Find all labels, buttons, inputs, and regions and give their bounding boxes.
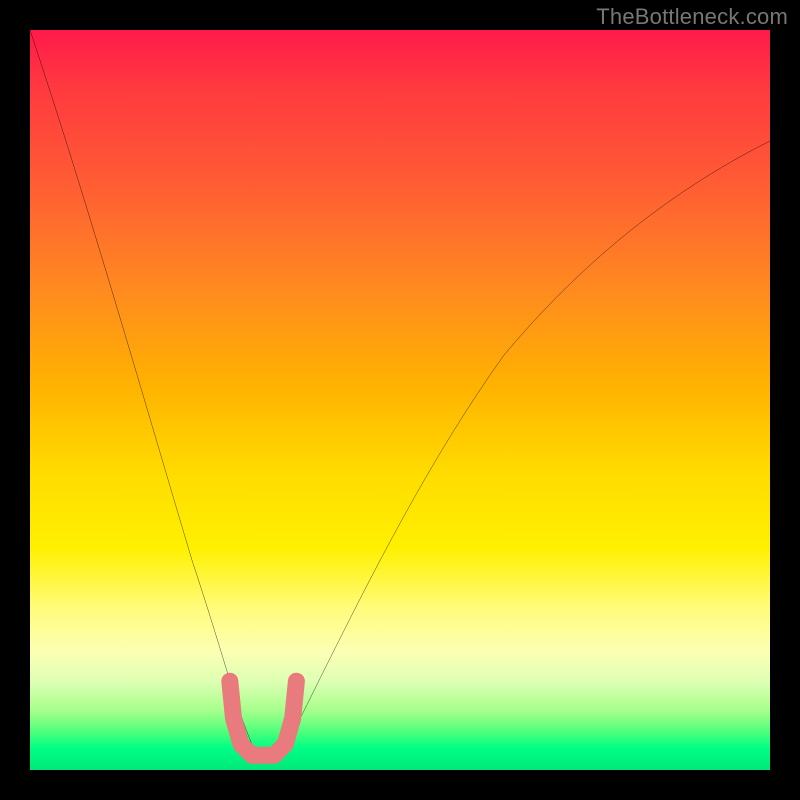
optimal-marker [230, 681, 297, 755]
bottleneck-curve [30, 30, 770, 756]
watermark-text: TheBottleneck.com [596, 4, 788, 30]
chart-svg [30, 30, 770, 770]
chart-frame: TheBottleneck.com [0, 0, 800, 800]
